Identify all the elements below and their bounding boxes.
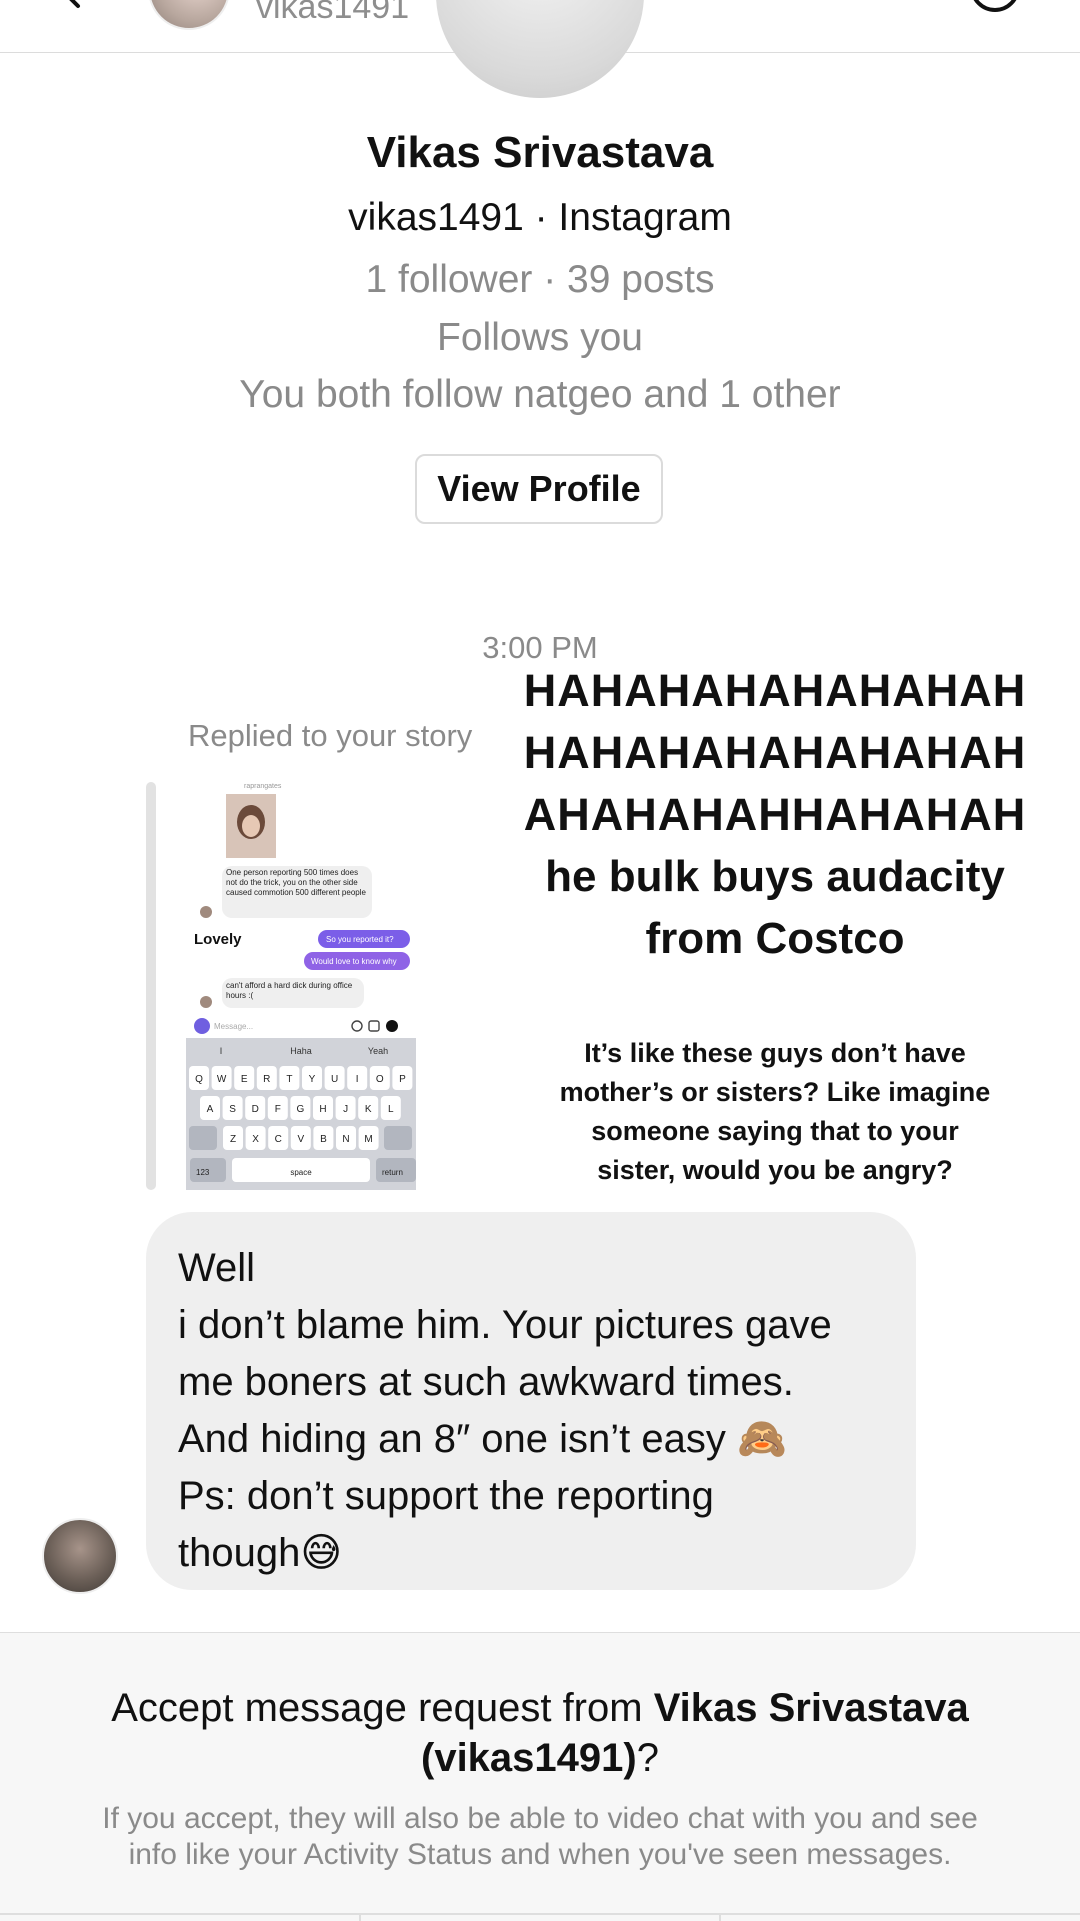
thumb-key-label: F (275, 1104, 281, 1115)
thumb-key-label: D (252, 1104, 259, 1115)
story-costco-line: from Costco (645, 914, 905, 963)
thumb-key-label: J (343, 1104, 348, 1115)
story-thumbnail[interactable]: raprangates One person reporting 500 tim… (186, 782, 416, 1190)
thumb-key-label: G (297, 1104, 305, 1115)
story-laugh-text: HAHAHAHAHAHAHAH HAHAHAHAHAHAHAH AHAHAHAH… (505, 660, 1045, 846)
thumb-key-label: Y (309, 1074, 316, 1085)
story-comment-text: It’s like these guys don’t have mother’s… (515, 1034, 1035, 1190)
message-line: i don’t blame him. Your pictures gave (178, 1303, 832, 1347)
thumb-key-label: Q (195, 1074, 203, 1085)
thumb-key-label: R (263, 1074, 270, 1085)
message-line: Ps: don’t support the reporting (178, 1474, 714, 1518)
message-request-panel: Accept message request from Vikas Srivas… (0, 1632, 1080, 1921)
story-comment-line: sister, would you be angry? (597, 1155, 953, 1185)
message-bubble[interactable]: Well i don’t blame him. Your pictures ga… (146, 1212, 916, 1590)
story-laugh-line: AHAHAHAHHAHAHAH (523, 789, 1027, 840)
thumb-key-label: A (207, 1104, 214, 1115)
thumb-msg2: can't afford a hard dick during office h… (226, 981, 353, 1000)
thumb-key-label: C (275, 1134, 282, 1145)
thumb-key-label: X (252, 1134, 259, 1145)
story-comment-line: mother’s or sisters? Like imagine (559, 1077, 991, 1107)
thumb-key-label: K (365, 1104, 372, 1115)
thumb-suggestion-2: Haha (290, 1046, 312, 1056)
request-info-line: info like your Activity Status and when … (128, 1838, 952, 1871)
thumb-key-label: E (241, 1074, 248, 1085)
thumb-key-label: U (331, 1074, 338, 1085)
thumb-key-label: L (388, 1104, 394, 1115)
thumb-delete-key (384, 1126, 412, 1150)
thumb-key-label: S (229, 1104, 236, 1115)
reply-indicator-bar (146, 782, 156, 1190)
request-info-line: If you accept, they will also be able to… (102, 1802, 978, 1835)
thumb-key-label: H (319, 1104, 326, 1115)
thumb-key-label: Z (230, 1134, 236, 1145)
view-profile-button[interactable]: View Profile (415, 454, 663, 524)
topbar-avatar[interactable] (148, 0, 230, 30)
thumb-suggestion-3: Yeah (368, 1046, 388, 1056)
story-text-overlay: HAHAHAHAHAHAHAH HAHAHAHAHAHAHAH AHAHAHAH… (505, 660, 1045, 970)
thumb-msg1: One person reporting 500 times does not … (226, 868, 366, 897)
thumb-key-label: P (399, 1074, 406, 1085)
thumb-lovely: Lovely (194, 931, 242, 948)
thumb-key-return: return (382, 1168, 403, 1177)
story-costco-line: he bulk buys audacity (545, 852, 1005, 901)
thumb-key-label: W (217, 1074, 227, 1085)
story-costco-text: he bulk buys audacity from Costco (505, 846, 1045, 970)
back-arrow-icon[interactable] (52, 0, 92, 12)
story-screenshot: raprangates One person reporting 500 tim… (186, 783, 416, 1190)
thumb-key-label: B (320, 1134, 327, 1145)
thumb-camera-icon (194, 1018, 210, 1034)
info-icon[interactable] (970, 0, 1020, 12)
profile-handle: vikas1491 · Instagram (348, 196, 732, 239)
thumb-key-123: 123 (196, 1168, 210, 1177)
request-info: If you accept, they will also be able to… (40, 1801, 1040, 1873)
story-laugh-line: HAHAHAHAHAHAHAH (523, 727, 1027, 778)
thumb-key-label: V (297, 1134, 304, 1145)
request-title-suffix: ? (636, 1736, 659, 1780)
thumb-suggestion-1: I (220, 1046, 223, 1056)
request-title-name: Vikas Srivastava (653, 1686, 969, 1730)
profile-avatar (436, 0, 644, 98)
thumb-key-space: space (290, 1168, 312, 1177)
story-laugh-line: HAHAHAHAHAHAHAH (523, 665, 1027, 716)
thumb-key-label: T (286, 1074, 292, 1085)
thumb-sent2: Would love to know why (311, 957, 397, 966)
request-title: Accept message request from Vikas Srivas… (40, 1683, 1040, 1783)
message-line: though😅 (178, 1531, 343, 1575)
request-title-handle: (vikas1491) (421, 1736, 637, 1780)
sender-avatar[interactable] (42, 1518, 118, 1594)
story-reply-label: Replied to your story (188, 718, 473, 753)
message-line: And hiding an 8″ one isn’t easy 🙈 (178, 1417, 787, 1461)
thumb-header: raprangates (244, 783, 282, 790)
profile-follows-you: Follows you (437, 316, 643, 359)
message-line: Well (178, 1246, 256, 1290)
thumb-sent1: So you reported it? (326, 935, 394, 944)
request-title-prefix: Accept message request from (111, 1686, 654, 1730)
thumb-key-label: M (364, 1134, 372, 1145)
profile-name: Vikas Srivastava (366, 128, 714, 177)
message-line: me boners at such awkward times. (178, 1360, 794, 1404)
thumb-key-label: N (342, 1134, 349, 1145)
thumb-shift-key (189, 1126, 217, 1150)
story-comment-line: It’s like these guys don’t have (584, 1038, 966, 1068)
story-comment-line: someone saying that to your (591, 1116, 959, 1146)
thumb-message-placeholder: Message... (214, 1022, 253, 1031)
thumb-key-label: I (356, 1074, 359, 1085)
profile-stats: 1 follower · 39 posts (365, 258, 715, 301)
topbar-username[interactable]: vikas1491 (256, 0, 409, 27)
thumb-key-label: O (376, 1074, 384, 1085)
profile-mutual-follows: You both follow natgeo and 1 other (239, 373, 841, 416)
